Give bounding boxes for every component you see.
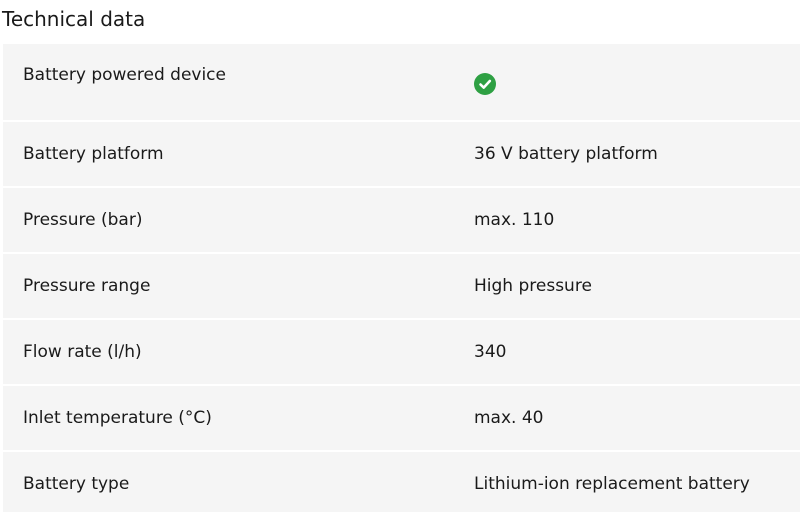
row-value <box>474 44 800 101</box>
row-value: max. 40 <box>474 408 544 428</box>
row-label: Battery type <box>23 474 130 494</box>
table-row: Battery type Lithium-ion replacement bat… <box>3 452 800 512</box>
row-value: 36 V battery platform <box>474 144 658 164</box>
table-row: Pressure range High pressure <box>3 254 800 320</box>
table-row: Battery powered device <box>3 44 800 122</box>
row-label: Flow rate (l/h) <box>23 342 142 362</box>
row-value: max. 110 <box>474 210 555 230</box>
section-title: Technical data <box>2 7 146 31</box>
specs-table: Battery powered device Battery platform … <box>3 44 800 512</box>
table-row: Inlet temperature (°C) max. 40 <box>3 386 800 452</box>
row-label: Battery platform <box>23 144 164 164</box>
table-row: Pressure (bar) max. 110 <box>3 188 800 254</box>
row-value: High pressure <box>474 276 592 296</box>
check-circle-icon <box>474 73 496 95</box>
row-value: Lithium-ion replacement battery <box>474 474 750 494</box>
row-label: Pressure (bar) <box>23 210 143 230</box>
table-row: Flow rate (l/h) 340 <box>3 320 800 386</box>
row-label: Battery powered device <box>23 65 226 85</box>
row-label: Pressure range <box>23 276 151 296</box>
row-label: Inlet temperature (°C) <box>23 408 212 428</box>
row-value: 340 <box>474 342 507 362</box>
technical-data-section: Technical data Battery powered device Ba… <box>0 0 800 512</box>
table-row: Battery platform 36 V battery platform <box>3 122 800 188</box>
